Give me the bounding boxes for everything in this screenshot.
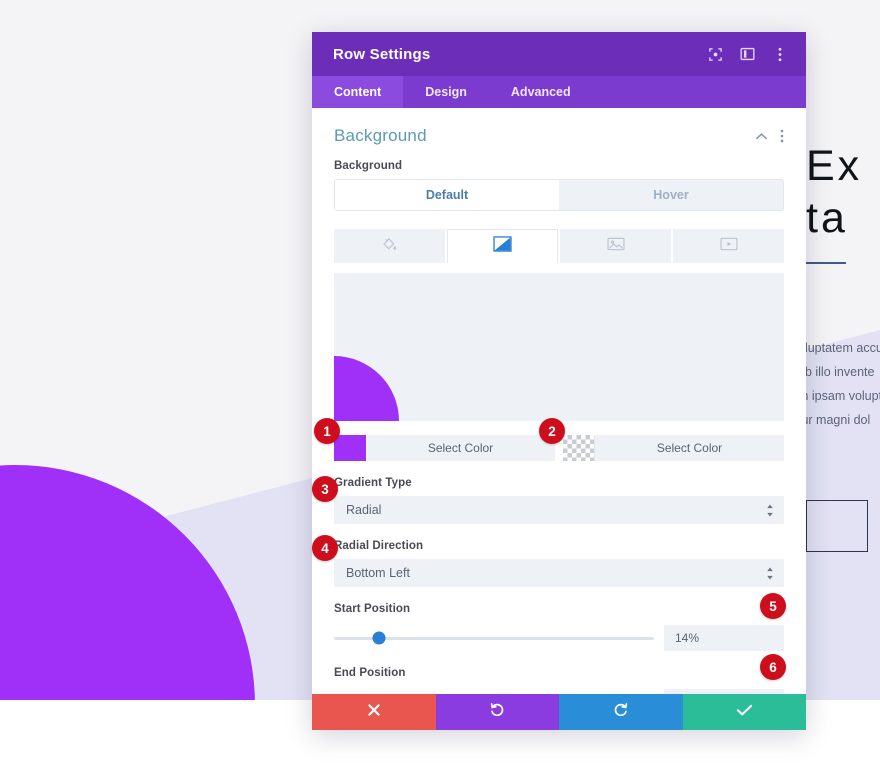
check-icon — [736, 703, 753, 721]
solid-color-tab[interactable] — [334, 229, 445, 263]
modal-body: Background Background Default Hover Sele… — [312, 108, 806, 694]
layout-panel-icon[interactable] — [739, 46, 756, 63]
redo-button[interactable] — [559, 694, 683, 730]
background-content-box — [806, 500, 868, 552]
cancel-button[interactable] — [312, 694, 436, 730]
image-icon — [607, 237, 625, 256]
video-tab[interactable] — [673, 229, 785, 263]
radial-direction-field: Radial Direction Bottom Left — [334, 540, 784, 587]
video-icon — [720, 237, 738, 256]
background-heading-line-1: Ex — [806, 142, 863, 190]
gradient-icon — [493, 236, 512, 257]
start-position-value[interactable]: 14% — [664, 625, 784, 651]
paint-bucket-icon — [381, 235, 398, 257]
gradient-type-value: Radial — [346, 503, 382, 517]
radial-direction-label: Radial Direction — [334, 540, 424, 552]
background-section-header: Background — [334, 108, 784, 160]
background-paragraph: oluptatem accu — [798, 341, 880, 355]
tab-advanced[interactable]: Advanced — [489, 76, 593, 108]
modal-tab-bar: Content Design Advanced — [312, 76, 806, 108]
section-tools — [755, 129, 784, 143]
background-paragraph: tur magni dol — [798, 413, 871, 427]
gradient-preview — [334, 273, 784, 421]
annotation-badge-6: 6 — [760, 654, 786, 680]
chevron-up-icon[interactable] — [755, 132, 768, 141]
color-swatch-2[interactable] — [563, 435, 595, 461]
background-heading-rule — [806, 262, 846, 264]
more-options-icon[interactable] — [771, 46, 788, 63]
gradient-type-select[interactable]: Radial — [334, 496, 784, 524]
state-hover-button[interactable]: Hover — [559, 180, 783, 210]
close-icon — [367, 703, 381, 721]
gradient-color-stop-1: Select Color — [334, 435, 555, 461]
background-paragraph: m ipsam volupt — [798, 389, 880, 403]
chevron-updown-icon — [766, 567, 774, 580]
undo-button[interactable] — [435, 694, 559, 730]
tab-design[interactable]: Design — [403, 76, 489, 108]
section-title: Background — [334, 126, 427, 145]
end-position-row: 14% — [334, 689, 784, 694]
page-root: Ex ta oluptatem accu ab illo invente m i… — [0, 0, 880, 768]
annotation-badge-1: 1 — [314, 418, 340, 444]
annotation-badge-3: 3 — [312, 476, 338, 502]
modal-header: Row Settings — [312, 32, 806, 76]
end-position-field: End Position 14% — [334, 667, 784, 694]
gradient-color-stop-2: Select Color — [563, 435, 784, 461]
fullscreen-icon[interactable] — [707, 46, 724, 63]
gradient-tab[interactable] — [447, 229, 559, 263]
background-page-content: Ex ta oluptatem accu ab illo invente m i… — [798, 140, 880, 552]
end-position-label: End Position — [334, 667, 406, 679]
modal-header-icons — [707, 46, 788, 63]
state-default-button[interactable]: Default — [335, 180, 559, 210]
save-button[interactable] — [682, 694, 806, 730]
annotation-badge-5: 5 — [760, 593, 786, 619]
select-color-button-1[interactable]: Select Color — [366, 435, 555, 461]
gradient-preview-shape — [334, 356, 399, 421]
annotation-badge-2: 2 — [539, 418, 565, 444]
start-position-label: Start Position — [334, 603, 411, 615]
select-color-button-2[interactable]: Select Color — [595, 435, 784, 461]
image-tab[interactable] — [560, 229, 672, 263]
radial-direction-value: Bottom Left — [346, 566, 410, 580]
background-paragraph: ab illo invente — [798, 365, 875, 379]
radial-direction-select[interactable]: Bottom Left — [334, 559, 784, 587]
more-options-icon[interactable] — [780, 129, 784, 143]
undo-icon — [489, 702, 505, 722]
start-position-field: Start Position 14% — [334, 603, 784, 651]
end-position-slider[interactable] — [334, 693, 654, 694]
start-position-row: 14% — [334, 625, 784, 651]
end-position-value[interactable]: 14% — [664, 689, 784, 694]
color-swatch-1[interactable] — [334, 435, 366, 461]
background-field-label: Background — [334, 160, 403, 172]
start-position-slider[interactable] — [334, 629, 654, 647]
background-heading-line-2: ta — [806, 194, 848, 242]
gradient-type-field: Gradient Type Radial — [334, 477, 784, 524]
background-state-toggle: Default Hover — [334, 179, 784, 211]
redo-icon — [613, 702, 629, 722]
modal-title: Row Settings — [333, 45, 431, 63]
slider-handle[interactable] — [372, 631, 386, 645]
chevron-updown-icon — [766, 504, 774, 517]
modal-action-bar — [312, 694, 806, 730]
background-type-tabs — [334, 229, 785, 263]
gradient-type-label: Gradient Type — [334, 477, 412, 489]
row-settings-modal: Row Settings Content Design Advanced Bac… — [312, 32, 806, 730]
background-body-text: oluptatem accu ab illo invente m ipsam v… — [798, 336, 880, 432]
annotation-badge-4: 4 — [312, 535, 338, 561]
tab-content[interactable]: Content — [312, 76, 404, 108]
